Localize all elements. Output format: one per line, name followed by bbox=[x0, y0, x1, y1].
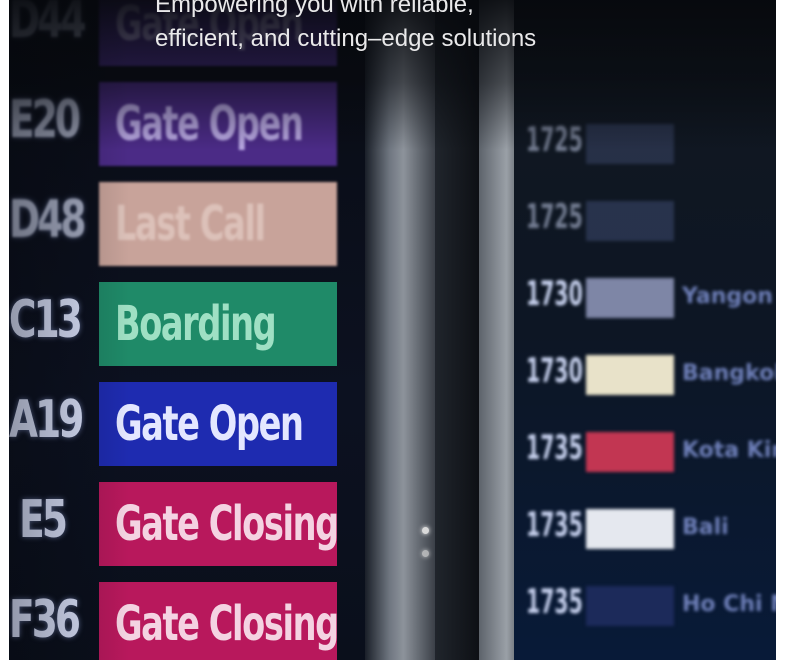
flight-time: 1735 bbox=[526, 582, 583, 622]
flight-row: 1735 Ho Chi Minh bbox=[514, 574, 776, 634]
gate-status-label: Gate Closing bbox=[115, 496, 339, 552]
gate-status-label: Gate Open bbox=[115, 396, 304, 452]
hero-banner: D44Gate OpenE20Gate OpenD48Last CallC13B… bbox=[9, 0, 776, 660]
flight-row: 1735 Kota Kinabalu bbox=[514, 420, 776, 480]
hero-tagline: Empowering you with reliable, efficient,… bbox=[155, 0, 715, 56]
airline-logo bbox=[586, 278, 674, 318]
flight-time: 1725 bbox=[526, 197, 583, 237]
status-led bbox=[422, 550, 429, 557]
airline-logo bbox=[586, 586, 674, 626]
left-shade-overlay bbox=[9, 0, 129, 660]
gate-status: Boarding bbox=[99, 282, 337, 366]
gate-status-label: Gate Closing bbox=[115, 596, 339, 652]
flight-destination: Bali bbox=[682, 515, 729, 540]
flight-row: 1725 bbox=[514, 189, 776, 249]
gate-status: Gate Open bbox=[99, 382, 337, 466]
gate-status-label: Boarding bbox=[115, 296, 277, 352]
airline-logo bbox=[586, 509, 674, 549]
flight-destination: Bangkok bbox=[682, 361, 776, 386]
airline-logo bbox=[586, 432, 674, 472]
airline-logo bbox=[586, 201, 674, 241]
status-led bbox=[422, 527, 429, 534]
flight-row: 1730 Bangkok bbox=[514, 343, 776, 403]
flight-destination: Ho Chi Minh bbox=[682, 592, 776, 617]
gate-status: Gate Closing bbox=[99, 482, 339, 566]
flight-time: 1730 bbox=[526, 274, 583, 314]
flight-time: 1730 bbox=[526, 351, 583, 391]
tagline-line-2: efficient, and cutting–edge solutions bbox=[155, 25, 537, 52]
gate-status: Gate Closing bbox=[99, 582, 339, 660]
flight-row: 1735 Bali bbox=[514, 497, 776, 557]
flight-destination: Yangon bbox=[682, 284, 773, 309]
airline-logo bbox=[586, 355, 674, 395]
tagline-line-1: Empowering you with reliable, bbox=[155, 0, 474, 18]
flight-time: 1735 bbox=[526, 505, 583, 545]
gate-status: Last Call bbox=[99, 182, 337, 266]
flight-destination: Kota Kinabalu bbox=[682, 438, 776, 463]
gate-status-label: Last Call bbox=[115, 196, 266, 252]
flight-time: 1735 bbox=[526, 428, 583, 468]
flight-row: 1730 Yangon bbox=[514, 266, 776, 326]
